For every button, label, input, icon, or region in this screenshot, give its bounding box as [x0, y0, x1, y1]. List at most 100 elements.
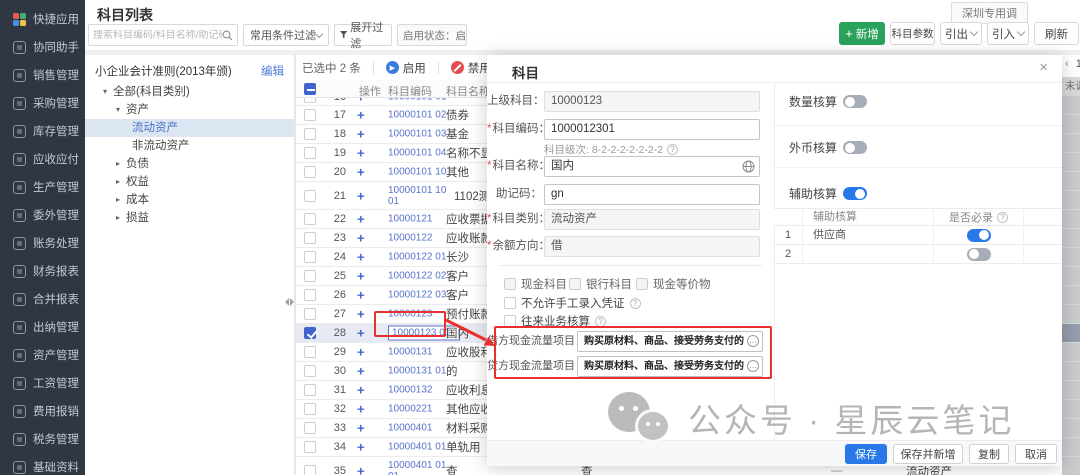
sidebar-item-17[interactable]: 基础资料 — [0, 453, 85, 475]
sidebar-item-7[interactable]: 生产管理 — [0, 173, 85, 201]
expanded-arrow-icon[interactable]: ▾ — [103, 83, 107, 101]
row-checkbox[interactable] — [304, 308, 316, 320]
aux-required-toggle[interactable] — [967, 248, 991, 261]
account-code-link[interactable]: 10000122 03 — [388, 290, 454, 301]
refresh-button[interactable]: 刷新 — [1034, 22, 1079, 45]
account-code-link[interactable]: 10000101 10 — [388, 167, 454, 178]
row-checkbox[interactable] — [304, 441, 316, 453]
aux-required-toggle[interactable] — [967, 229, 991, 242]
account-name-field[interactable]: 国内 — [544, 156, 760, 177]
expand-filter-button[interactable]: 展开过滤 — [334, 24, 392, 46]
account-code-link[interactable]: 10000131 — [388, 347, 454, 358]
tree-item-1[interactable]: ▾全部(科目类别) — [85, 83, 294, 101]
import-button[interactable]: 引入 — [987, 22, 1029, 45]
sidebar-item-12[interactable]: 出纳管理 — [0, 313, 85, 341]
add-child-icon[interactable]: + — [357, 108, 365, 123]
add-child-icon[interactable]: + — [357, 383, 365, 398]
save-button[interactable]: 保存 — [845, 444, 887, 464]
add-child-icon[interactable]: + — [357, 127, 365, 142]
select-all-checkbox[interactable] — [304, 83, 316, 95]
help-icon[interactable]: ? — [595, 316, 606, 327]
panel-splitter-handle[interactable] — [285, 298, 294, 306]
account-code-link[interactable]: 10000132 — [388, 385, 454, 396]
save-and-add-button[interactable]: 保存并新增 — [893, 444, 963, 464]
account-code-link[interactable]: 10000401 — [388, 423, 454, 434]
business-accounting-checkbox[interactable]: 往来业务核算 ? — [504, 313, 606, 329]
account-code-field[interactable]: 1000012301 — [544, 119, 760, 140]
add-child-icon[interactable]: + — [357, 307, 365, 322]
row-checkbox[interactable] — [304, 422, 316, 434]
tree-item-2[interactable]: ▾资产 — [85, 101, 294, 119]
add-child-icon[interactable]: + — [357, 98, 365, 104]
sidebar-item-14[interactable]: 工资管理 — [0, 369, 85, 397]
subject-params-button[interactable]: 科目参数 — [890, 22, 935, 45]
account-code-link[interactable]: 10000123 — [388, 309, 454, 320]
tree-item-7[interactable]: ▸成本 — [85, 191, 294, 209]
account-code-link[interactable]: 10000401 01 01 — [388, 460, 454, 475]
row-checkbox[interactable] — [304, 166, 316, 178]
tree-item-8[interactable]: ▸损益 — [85, 209, 294, 227]
checkbox-icon[interactable] — [504, 278, 516, 290]
edit-link[interactable]: 编辑 — [261, 63, 284, 79]
checkbox-icon[interactable] — [636, 278, 648, 290]
row-checkbox[interactable] — [304, 270, 316, 282]
add-child-icon[interactable]: + — [357, 188, 365, 203]
account-code-link[interactable]: 10000101 10 01 — [388, 185, 454, 207]
add-child-icon[interactable]: + — [357, 440, 365, 455]
status-filter-tag[interactable]: 启用状态：启用 × — [397, 24, 467, 46]
close-icon[interactable]: × — [1039, 59, 1048, 76]
pagination-page[interactable]: 1 — [1076, 58, 1080, 70]
account-code-link[interactable]: 10000122 02 — [388, 271, 454, 282]
add-child-icon[interactable]: + — [357, 288, 365, 303]
common-filter-dropdown[interactable]: 常用条件过滤 — [243, 24, 329, 46]
sidebar-item-11[interactable]: 合并报表 — [0, 285, 85, 313]
sidebar-item-15[interactable]: 费用报销 — [0, 397, 85, 425]
ellipsis-picker-icon[interactable]: … — [747, 335, 759, 347]
sidebar-item-9[interactable]: 账务处理 — [0, 229, 85, 257]
add-child-icon[interactable]: + — [357, 165, 365, 180]
add-child-icon[interactable]: + — [357, 463, 365, 475]
account-code-link[interactable]: 10000101 01 — [388, 98, 454, 102]
search-box[interactable] — [88, 24, 238, 46]
account-code-link[interactable]: 10000221 — [388, 404, 454, 415]
globe-icon[interactable] — [742, 160, 755, 173]
row-checkbox[interactable] — [304, 98, 316, 103]
no-manual-voucher-checkbox[interactable]: 不允许手工录入凭证 ? — [504, 295, 641, 311]
account-code-link[interactable]: 10000401 01 — [388, 442, 454, 453]
help-icon[interactable]: ? — [667, 144, 678, 155]
row-checkbox[interactable] — [304, 384, 316, 396]
ellipsis-picker-icon[interactable]: … — [747, 360, 759, 372]
cash-equivalent-checkbox[interactable]: 现金等价物 — [636, 276, 711, 292]
sidebar-item-5[interactable]: 库存管理 — [0, 117, 85, 145]
foreign-currency-toggle[interactable] — [843, 141, 867, 154]
sidebar-item-6[interactable]: 应收应付 — [0, 145, 85, 173]
collapsed-arrow-icon[interactable]: ▸ — [116, 155, 120, 173]
checkbox-icon[interactable] — [504, 315, 516, 327]
add-child-icon[interactable]: + — [357, 402, 365, 417]
sidebar-item-4[interactable]: 采购管理 — [0, 89, 85, 117]
debit-cashflow-field[interactable]: 购买原材料、商品、接受劳务支付的现金 … — [577, 331, 763, 352]
sidebar-item-1[interactable]: 快捷应用 — [0, 5, 85, 33]
enable-action[interactable]: ▶ 启用 — [386, 60, 426, 76]
tree-item-4[interactable]: 非流动资产 — [85, 137, 294, 155]
row-checkbox[interactable] — [304, 232, 316, 244]
bank-subject-checkbox[interactable]: 银行科目 — [569, 276, 632, 292]
row-checkbox[interactable] — [304, 289, 316, 301]
collapsed-arrow-icon[interactable]: ▸ — [116, 173, 120, 191]
account-code-link[interactable]: 10000122 01 — [388, 252, 454, 263]
row-checkbox[interactable] — [304, 128, 316, 140]
sidebar-item-10[interactable]: 财务报表 — [0, 257, 85, 285]
row-checkbox[interactable] — [304, 403, 316, 415]
account-code-link[interactable]: 10000101 04 — [388, 148, 454, 159]
sidebar-item-16[interactable]: 税务管理 — [0, 425, 85, 453]
row-checkbox[interactable] — [304, 213, 316, 225]
help-icon[interactable]: ? — [630, 298, 641, 309]
search-input[interactable] — [93, 30, 222, 41]
sidebar-item-13[interactable]: 资产管理 — [0, 341, 85, 369]
auxiliary-toggle[interactable] — [843, 187, 867, 200]
disable-action[interactable]: 禁用 — [451, 60, 491, 76]
tree-item-3[interactable]: 流动资产 — [85, 119, 294, 137]
row-checkbox[interactable] — [304, 147, 316, 159]
add-child-icon[interactable]: + — [357, 421, 365, 436]
account-code-link[interactable]: 10000101 02 — [388, 110, 454, 121]
